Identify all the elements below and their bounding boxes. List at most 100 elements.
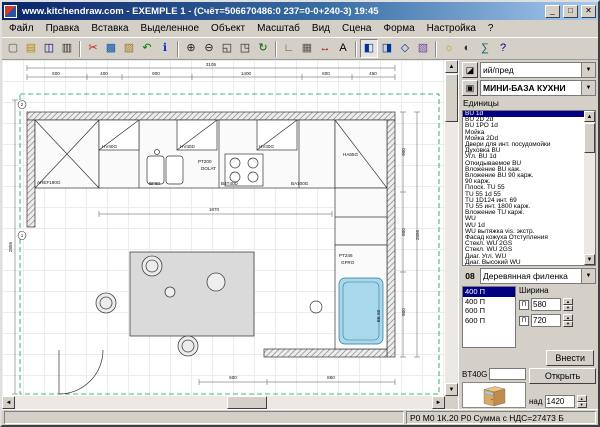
catalog-scroll-thumb[interactable] bbox=[584, 123, 595, 153]
estimate-button[interactable]: ∑ bbox=[476, 39, 494, 58]
width-lock-checkbox[interactable]: П bbox=[519, 300, 529, 310]
lighting-button[interactable]: ☼ bbox=[440, 39, 458, 58]
height-lock-checkbox[interactable]: П bbox=[519, 316, 529, 326]
elevation-view-button[interactable]: ◨ bbox=[378, 39, 396, 58]
chevron-down-icon[interactable]: ▼ bbox=[581, 81, 595, 95]
save-button[interactable]: ◫ bbox=[40, 39, 58, 58]
zoom-fit-button[interactable]: ◳ bbox=[236, 39, 254, 58]
text-icon: А bbox=[339, 43, 346, 54]
menu-item[interactable]: Масштаб bbox=[251, 22, 306, 35]
dimensions-icon: ↔ bbox=[320, 43, 331, 54]
plan-label: PT246 bbox=[339, 253, 353, 258]
menu-bar: ФайлПравкаВставкаВыделенноеОбъектМасштаб… bbox=[2, 20, 598, 37]
catalog-scrollbar[interactable]: ▲ ▼ bbox=[584, 111, 595, 265]
open-button[interactable]: Открыть bbox=[529, 368, 596, 384]
chevron-down-icon[interactable]: ▼ bbox=[581, 63, 595, 77]
print-button[interactable]: ▥ bbox=[58, 39, 76, 58]
height-input[interactable] bbox=[531, 314, 561, 327]
scroll-up-icon[interactable]: ▲ bbox=[445, 60, 458, 73]
toolbar-separator bbox=[79, 41, 81, 57]
above-input[interactable] bbox=[545, 395, 575, 408]
spin-down-icon[interactable]: ▼ bbox=[577, 402, 587, 409]
maximize-button[interactable]: □ bbox=[563, 5, 578, 18]
catalog-photo-button[interactable]: ▣ bbox=[462, 80, 478, 96]
toolbar-separator bbox=[275, 41, 277, 57]
above-label: над bbox=[529, 397, 543, 406]
item-code-box[interactable] bbox=[489, 368, 526, 380]
estimate-icon: ∑ bbox=[481, 43, 489, 54]
menu-item[interactable]: Правка bbox=[40, 22, 86, 35]
menu-item[interactable]: Настройка bbox=[421, 22, 482, 35]
redraw-icon: ↻ bbox=[258, 43, 267, 54]
info-button[interactable]: ℹ bbox=[156, 39, 174, 58]
zoom-window-button[interactable]: ◱ bbox=[218, 39, 236, 58]
catalog-mode-button[interactable]: ◪ bbox=[462, 62, 478, 78]
dimensions-button[interactable]: ↔ bbox=[316, 39, 334, 58]
walls-button[interactable]: ∟ bbox=[280, 39, 298, 58]
zoom-in-button[interactable]: ⊕ bbox=[182, 39, 200, 58]
zoom-out-icon: ⊖ bbox=[204, 43, 213, 54]
plan-label: 800 bbox=[401, 308, 406, 316]
plan-view-icon: ◧ bbox=[364, 43, 374, 54]
copy-icon: ▩ bbox=[106, 43, 116, 54]
perspective-view-button[interactable]: ◇ bbox=[396, 39, 414, 58]
width-input[interactable] bbox=[531, 298, 561, 311]
size-item[interactable]: 600 П bbox=[463, 306, 515, 316]
menu-item[interactable]: ? bbox=[482, 22, 500, 35]
paste-button[interactable]: ▨ bbox=[120, 39, 138, 58]
above-spinner[interactable]: ▲▼ bbox=[577, 395, 587, 408]
menu-item[interactable]: Файл bbox=[3, 22, 40, 35]
render-button[interactable]: ◐ bbox=[458, 39, 476, 58]
size-item[interactable]: 400 П bbox=[463, 287, 515, 297]
style-combo[interactable]: Деревянная филенка ▼ bbox=[480, 268, 596, 284]
floor-plan[interactable]: 3105600400900140060045028551870900800800… bbox=[2, 60, 445, 396]
new-button[interactable]: ▢ bbox=[4, 39, 22, 58]
horizontal-scrollbar[interactable]: ◄ ► bbox=[2, 396, 445, 409]
scroll-up-icon[interactable]: ▲ bbox=[584, 111, 595, 122]
menu-item[interactable]: Форма bbox=[377, 22, 420, 35]
open-button[interactable]: ▤ bbox=[22, 39, 40, 58]
plan-label: 860 bbox=[327, 375, 335, 380]
grid-button[interactable]: ▦ bbox=[298, 39, 316, 58]
drawing-canvas[interactable]: 3105600400900140060045028551870900800800… bbox=[2, 60, 445, 396]
info-icon: ℹ bbox=[163, 43, 167, 54]
scrollbar-corner bbox=[445, 396, 458, 409]
database-combo[interactable]: МИНИ-БАЗА КУХНИ ▼ bbox=[480, 80, 596, 96]
copy-button[interactable]: ▩ bbox=[102, 39, 120, 58]
minimize-button[interactable]: _ bbox=[545, 5, 560, 18]
text-button[interactable]: А bbox=[334, 39, 352, 58]
plan-label: B4T40D bbox=[221, 181, 239, 186]
height-spinner[interactable]: ▲▼ bbox=[563, 314, 573, 327]
zoom-out-button[interactable]: ⊖ bbox=[200, 39, 218, 58]
scroll-right-icon[interactable]: ► bbox=[432, 396, 445, 409]
menu-item[interactable]: Объект bbox=[205, 22, 251, 35]
undo-button[interactable]: ↶ bbox=[138, 39, 156, 58]
catalog-item[interactable]: Диаг. Высокий WU bbox=[463, 260, 584, 265]
scroll-down-icon[interactable]: ▼ bbox=[445, 383, 458, 396]
vertical-scroll-thumb[interactable] bbox=[445, 74, 458, 122]
menu-item[interactable]: Сцена bbox=[336, 22, 377, 35]
redraw-button[interactable]: ↻ bbox=[254, 39, 272, 58]
view-combo[interactable]: ий/пред ▼ bbox=[480, 62, 596, 78]
zoom-window-icon: ◱ bbox=[222, 43, 232, 54]
size-item[interactable]: 600 П bbox=[463, 316, 515, 326]
close-button[interactable]: ✕ bbox=[581, 5, 596, 18]
plan-view-button[interactable]: ◧ bbox=[360, 39, 378, 58]
plan-label: PT200 bbox=[198, 159, 212, 164]
chevron-down-icon[interactable]: ▼ bbox=[581, 269, 595, 283]
width-spinner[interactable]: ▲▼ bbox=[563, 298, 573, 311]
insert-button[interactable]: Внести bbox=[546, 350, 594, 366]
menu-item[interactable]: Выделенное bbox=[135, 22, 206, 35]
help-button[interactable]: ? bbox=[494, 39, 512, 58]
menu-item[interactable]: Вид bbox=[306, 22, 336, 35]
horizontal-scroll-thumb[interactable] bbox=[227, 396, 267, 409]
vertical-scrollbar[interactable]: ▲ ▼ bbox=[445, 60, 458, 396]
menu-item[interactable]: Вставка bbox=[85, 22, 134, 35]
cut-button[interactable]: ✂ bbox=[84, 39, 102, 58]
scroll-left-icon[interactable]: ◄ bbox=[2, 396, 15, 409]
size-item[interactable]: 400 П bbox=[463, 297, 515, 307]
spin-down-icon[interactable]: ▼ bbox=[563, 321, 573, 328]
spin-down-icon[interactable]: ▼ bbox=[563, 305, 573, 312]
scroll-down-icon[interactable]: ▼ bbox=[584, 254, 595, 265]
hidden-line-button[interactable]: ▧ bbox=[414, 39, 432, 58]
